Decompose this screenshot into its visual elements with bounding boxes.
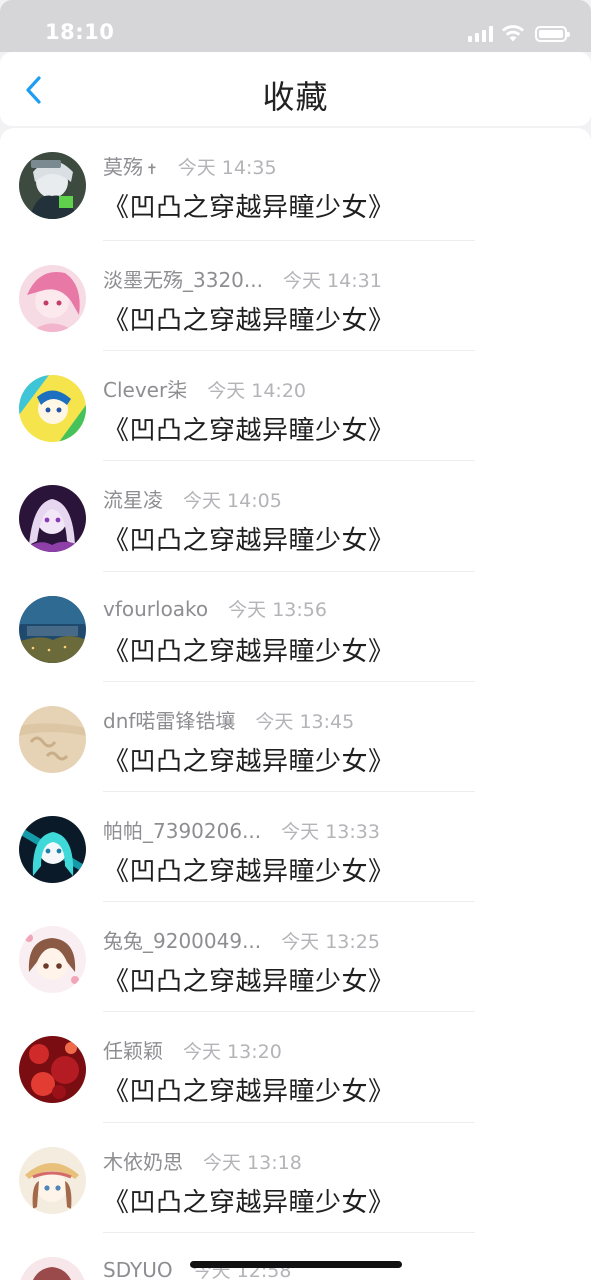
item-meta: 淡墨无殇_3320... 今天 14:31 — [103, 264, 382, 293]
username[interactable]: 流星凌 — [103, 484, 163, 513]
username[interactable]: 帕帕_7390206... — [103, 815, 261, 844]
favorite-title[interactable]: 《凹凸之穿越异瞳少女》 — [103, 851, 395, 888]
username[interactable]: 木依奶思 — [103, 1146, 183, 1175]
favorite-item[interactable]: 淡墨无殇_3320... 今天 14:31 《凹凸之穿越异瞳少女》 — [0, 241, 591, 352]
user-avatar[interactable] — [19, 1256, 86, 1280]
timestamp: 今天 13:18 — [203, 1151, 302, 1174]
favorite-item[interactable]: 帕帕_7390206... 今天 13:33 《凹凸之穿越异瞳少女》 — [0, 792, 591, 903]
favorite-item[interactable]: 流星凌 今天 14:05 《凹凸之穿越异瞳少女》 — [0, 461, 591, 572]
timestamp: 今天 13:25 — [281, 931, 380, 954]
username[interactable]: 淡墨无殇_3320... — [103, 264, 263, 293]
favorite-item[interactable]: Clever柒 今天 14:20 《凹凸之穿越异瞳少女》 — [0, 351, 591, 462]
timestamp: 今天 14:35 — [177, 157, 277, 179]
user-avatar[interactable] — [19, 265, 86, 332]
item-meta: 莫殇 ✝ 今天 14:35 — [103, 151, 277, 180]
item-meta: vfourloako 今天 13:56 — [103, 595, 327, 622]
timestamp: 今天 14:20 — [207, 380, 306, 403]
username[interactable]: 任颖颖 — [103, 1035, 163, 1064]
username[interactable]: 莫殇 — [103, 151, 143, 180]
favorites-screen: 18:10 收藏 莫殇 ✝ 今天 14:35 《凹凸之穿越异瞳少女》 淡墨无殇_3320… — [0, 0, 591, 1280]
username[interactable]: vfourloako — [103, 597, 208, 621]
status-icons — [468, 24, 570, 42]
timestamp: 今天 13:20 — [183, 1041, 282, 1064]
favorite-item[interactable]: vfourloako 今天 13:56 《凹凸之穿越异瞳少女》 — [0, 572, 591, 682]
status-bar: 18:10 — [0, 0, 591, 52]
nav-bar: 收藏 — [0, 52, 591, 126]
user-avatar[interactable] — [19, 595, 86, 663]
item-meta: dnf喏雷锋锆壤 今天 13:45 — [103, 705, 354, 734]
favorite-title[interactable]: 《凹凸之穿越异瞳少女》 — [103, 1182, 395, 1219]
user-avatar[interactable] — [19, 705, 86, 773]
user-avatar[interactable] — [19, 815, 86, 883]
favorite-item[interactable]: 兔兔_9200049... 今天 13:25 《凹凸之穿越异瞳少女》 — [0, 902, 591, 1013]
item-meta: 木依奶思 今天 13:18 — [103, 1146, 302, 1175]
favorite-item[interactable]: dnf喏雷锋锆壤 今天 13:45 《凹凸之穿越异瞳少女》 — [0, 682, 591, 792]
username[interactable]: 兔兔_9200049... — [103, 925, 261, 954]
wifi-icon — [502, 25, 524, 42]
username-suffix: ✝ — [146, 162, 158, 178]
favorites-list[interactable]: 莫殇 ✝ 今天 14:35 《凹凸之穿越异瞳少女》 淡墨无殇_3320... 今天 14:… — [0, 128, 591, 1280]
favorite-item[interactable]: 莫殇 ✝ 今天 14:35 《凹凸之穿越异瞳少女》 — [0, 128, 591, 241]
username[interactable]: dnf喏雷锋锆壤 — [103, 705, 235, 734]
timestamp: 今天 13:45 — [255, 710, 355, 733]
item-meta: Clever柒 今天 14:20 — [103, 374, 306, 403]
favorite-title[interactable]: 《凹凸之穿越异瞳少女》 — [103, 410, 395, 447]
cellular-signal-icon — [468, 26, 493, 42]
home-indicator — [190, 1261, 402, 1268]
item-meta: 帕帕_7390206... 今天 13:33 — [103, 815, 380, 844]
favorite-title[interactable]: 《凹凸之穿越异瞳少女》 — [103, 631, 395, 668]
favorite-item[interactable]: SDYUO今天 12:58《凹凸之穿越异瞳少女》 — [0, 1233, 591, 1280]
item-meta: 兔兔_9200049... 今天 13:25 — [103, 925, 380, 954]
timestamp: 今天 13:33 — [281, 820, 380, 843]
item-meta: 流星凌 今天 14:05 — [103, 484, 282, 513]
favorite-item[interactable]: 木依奶思 今天 13:18 《凹凸之穿越异瞳少女》 — [0, 1123, 591, 1233]
user-avatar[interactable] — [19, 1146, 86, 1214]
battery-icon — [535, 26, 570, 42]
user-avatar[interactable] — [19, 926, 86, 994]
timestamp: 今天 14:05 — [183, 490, 282, 513]
favorite-title[interactable]: 《凹凸之穿越异瞳少女》 — [103, 300, 395, 337]
status-time: 18:10 — [45, 20, 115, 44]
item-meta: 任颖颖 今天 13:20 — [103, 1035, 282, 1064]
favorite-title[interactable]: 《凹凸之穿越异瞳少女》 — [103, 741, 395, 778]
username[interactable]: SDYUO — [103, 1258, 173, 1280]
favorite-title[interactable]: 《凹凸之穿越异瞳少女》 — [103, 1071, 395, 1108]
favorite-item[interactable]: 任颖颖 今天 13:20 《凹凸之穿越异瞳少女》 — [0, 1012, 591, 1123]
favorite-title[interactable]: 《凹凸之穿越异瞳少女》 — [103, 961, 395, 998]
favorite-title[interactable]: 《凹凸之穿越异瞳少女》 — [103, 187, 395, 224]
username[interactable]: Clever柒 — [103, 374, 187, 403]
timestamp: 今天 13:56 — [228, 598, 327, 621]
user-avatar[interactable] — [19, 152, 86, 219]
user-avatar[interactable] — [19, 375, 86, 443]
user-avatar[interactable] — [19, 1036, 86, 1104]
favorite-title[interactable]: 《凹凸之穿越异瞳少女》 — [103, 520, 395, 557]
timestamp: 今天 14:31 — [282, 270, 382, 292]
user-avatar[interactable] — [19, 485, 86, 553]
page-title: 收藏 — [262, 78, 329, 116]
